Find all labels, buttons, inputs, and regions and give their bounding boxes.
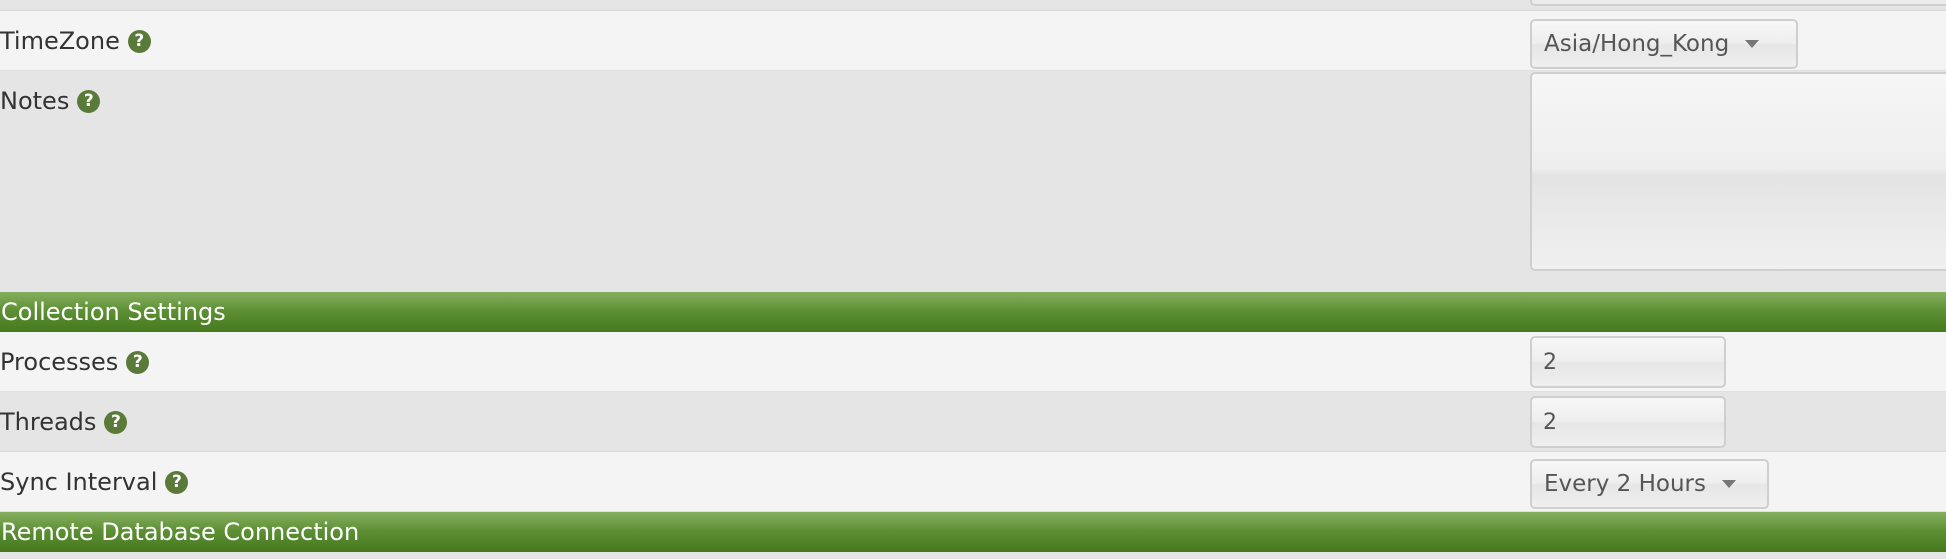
notes-textarea[interactable] <box>1530 72 1946 271</box>
settings-form: TimeZone ? Asia/Hong_Kong Notes ? Collec… <box>0 0 1946 559</box>
partial-input-edge <box>1530 0 1946 6</box>
question-circle-icon[interactable]: ? <box>126 350 150 374</box>
sync-interval-select-value: Every 2 Hours <box>1544 471 1706 497</box>
timezone-select-value: Asia/Hong_Kong <box>1544 31 1730 57</box>
timezone-select[interactable]: Asia/Hong_Kong <box>1530 19 1798 69</box>
form-row-notes: Notes ? <box>0 71 1946 293</box>
processes-label-text: Processes <box>0 348 119 376</box>
form-row-partial-top <box>0 0 1946 11</box>
notes-label: Notes ? <box>0 87 101 115</box>
threads-label: Threads ? <box>0 408 128 436</box>
section-header-collection-settings: Collection Settings <box>0 292 1946 332</box>
processes-label: Processes ? <box>0 348 150 376</box>
notes-label-text: Notes <box>0 87 70 115</box>
form-row-processes: Processes ? 2 <box>0 332 1946 392</box>
question-circle-icon[interactable]: ? <box>77 89 101 113</box>
question-circle-icon[interactable]: ? <box>165 470 189 494</box>
processes-input[interactable]: 2 <box>1530 336 1726 388</box>
form-row-sync-interval: Sync Interval ? Every 2 Hours <box>0 452 1946 512</box>
sync-interval-select[interactable]: Every 2 Hours <box>1530 459 1769 509</box>
timezone-label: TimeZone ? <box>0 27 151 55</box>
form-row-partial-bottom <box>0 552 1946 559</box>
question-circle-icon[interactable]: ? <box>104 410 128 434</box>
sync-interval-label-text: Sync Interval <box>0 468 158 496</box>
sync-interval-label: Sync Interval ? <box>0 468 189 496</box>
question-circle-icon[interactable]: ? <box>127 29 151 53</box>
chevron-down-icon <box>1722 480 1736 488</box>
threads-label-text: Threads <box>0 408 97 436</box>
form-row-threads: Threads ? 2 <box>0 392 1946 452</box>
threads-input[interactable]: 2 <box>1530 396 1726 448</box>
section-header-remote-database: Remote Database Connection <box>0 512 1946 552</box>
timezone-label-text: TimeZone <box>0 27 120 55</box>
form-row-timezone: TimeZone ? Asia/Hong_Kong <box>0 11 1946 71</box>
chevron-down-icon <box>1745 40 1760 48</box>
